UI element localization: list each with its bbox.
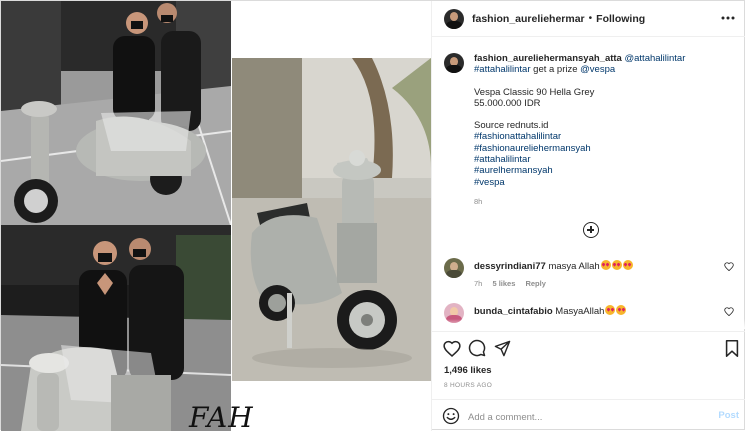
photo-vespa-classic [232, 58, 431, 381]
more-options-icon[interactable] [719, 9, 737, 27]
commenter-username[interactable]: dessyrindiani77 [474, 261, 546, 272]
share-paper-plane-icon[interactable] [492, 338, 512, 358]
following-button[interactable]: Following [596, 13, 645, 25]
mention-link[interactable]: @vespa [580, 64, 615, 75]
caption-price: 55.000.000 IDR [474, 97, 541, 109]
heart-eyes-emoji-icon [600, 260, 611, 270]
comment-body: masya Allah [548, 261, 600, 272]
post-timestamp[interactable]: 8 HOURS AGO [444, 382, 492, 389]
heart-eyes-emoji-icon [605, 305, 616, 315]
emoji-smile-icon[interactable] [442, 407, 460, 425]
heart-eyes-emoji-icon [616, 305, 627, 315]
add-comment-row: Post [432, 399, 745, 432]
like-comment-heart-icon[interactable] [724, 307, 734, 318]
reply-button[interactable]: Reply [525, 279, 545, 288]
comment-text: bunda_cintafabio MasyaAllah [474, 305, 627, 317]
load-more-comments-icon[interactable] [583, 222, 599, 238]
add-comment-input[interactable] [468, 409, 708, 425]
comment-likes[interactable]: 5 likes [492, 279, 515, 288]
post-header: fashion_aureliehermar • Following [432, 1, 745, 37]
comment-text: dessyrindiani77 masya Allah [474, 260, 633, 272]
watermark-logo: FAH [189, 401, 254, 431]
hashtag-link[interactable]: #fashionattahalilintar [474, 131, 734, 142]
like-comment-heart-icon[interactable] [724, 262, 734, 273]
post-comment-button[interactable]: Post [718, 410, 739, 421]
comment-meta: 7h 5 likes Reply [474, 279, 554, 288]
instagram-post-modal: FAH fashion_aureliehermar • Following fa… [0, 0, 745, 431]
comment-bubble-icon[interactable] [467, 338, 487, 358]
caption-title: Vespa Classic 90 Hella Grey [474, 86, 595, 98]
hashtag-link[interactable]: #attahalilintar [474, 64, 531, 75]
heart-eyes-emoji-icon [622, 260, 633, 270]
comments-scroll-fade [432, 319, 745, 329]
hashtag-link[interactable]: #aurelhermansyah [474, 165, 734, 176]
author-username[interactable]: fashion_aureliehermar [472, 13, 585, 25]
caption-author-avatar[interactable] [444, 53, 464, 73]
photo-couple-with-scooter-top [1, 1, 231, 225]
heart-eyes-emoji-icon [611, 260, 622, 270]
caption-username[interactable]: fashion_aureliehermansyah_atta [474, 53, 622, 64]
comment-body: MasyaAllah [555, 306, 605, 317]
author-avatar[interactable] [444, 8, 464, 29]
mention-link[interactable]: @attahalilintar [624, 53, 685, 64]
hashtag-link[interactable]: #fashionaureliehermansyah [474, 143, 734, 154]
caption-source: Source rednuts.id [474, 120, 549, 132]
caption-text: fashion_aureliehermansyah_atta @attahali… [474, 53, 734, 207]
likes-count[interactable]: 1,496 likes [444, 365, 492, 376]
hashtag-link[interactable]: #attahalilintar [474, 154, 734, 165]
post-media[interactable]: FAH [1, 1, 431, 431]
caption-timestamp[interactable]: 8h [474, 196, 734, 207]
commenter-username[interactable]: bunda_cintafabio [474, 306, 553, 317]
caption-sentence: get a prize [530, 64, 581, 76]
action-icons-row [442, 338, 742, 360]
commenter-avatar[interactable] [444, 258, 464, 278]
save-bookmark-icon[interactable] [722, 338, 742, 358]
comment-time[interactable]: 7h [474, 279, 482, 288]
post-side-panel: fashion_aureliehermar • Following fashio… [431, 1, 745, 431]
like-heart-icon[interactable] [442, 338, 462, 358]
hashtag-link[interactable]: #vespa [474, 177, 734, 188]
post-actions: 1,496 likes 8 HOURS AGO Post [432, 331, 745, 431]
header-separator: • [588, 13, 593, 24]
